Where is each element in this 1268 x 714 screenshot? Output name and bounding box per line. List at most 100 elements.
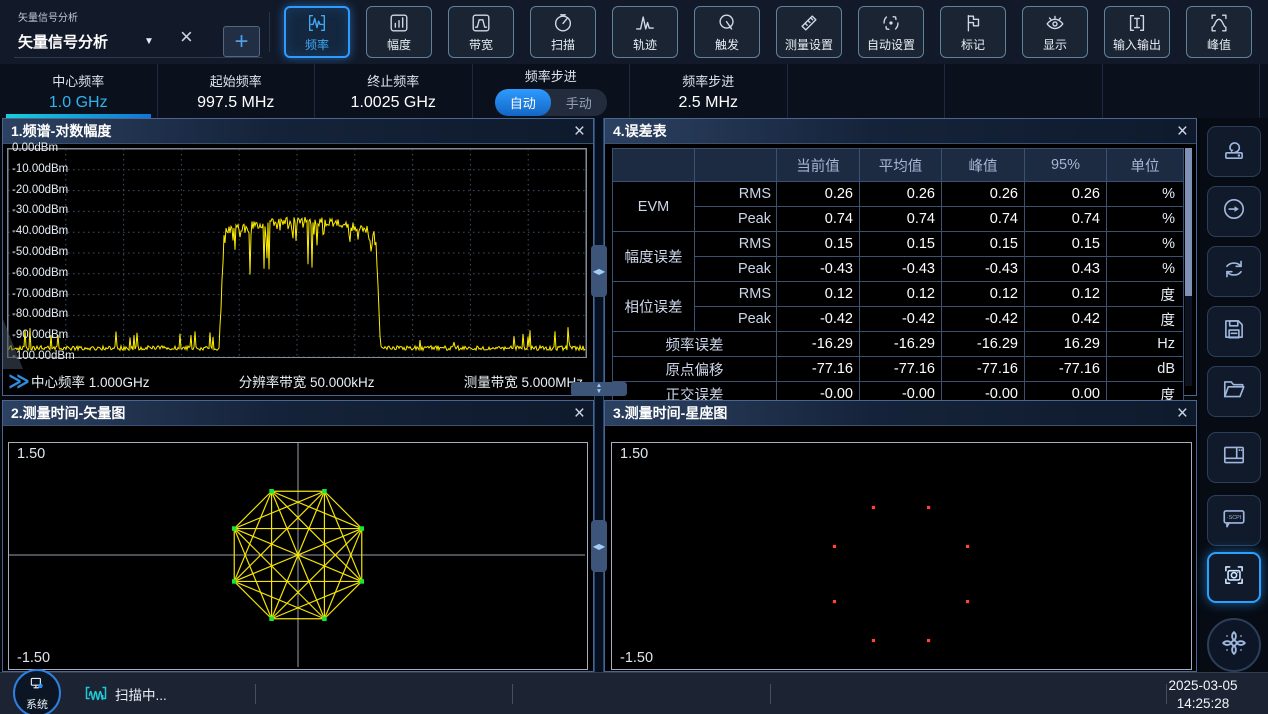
param-value-0[interactable]: 1.0 GHz <box>49 94 108 112</box>
table-cell: -77.16 <box>1025 357 1107 382</box>
sidebar-button-save[interactable] <box>1207 306 1261 357</box>
toolbar-button-label: 输入输出 <box>1113 36 1161 53</box>
panel-splitter[interactable]: ◀▶ ▲ ▼ ◀▶ <box>594 118 604 673</box>
param-field-1: 起始频率997.5 MHz <box>158 64 316 118</box>
trace-icon <box>634 11 656 35</box>
y-axis-tick-label: -40.00dBm <box>12 225 68 237</box>
toolbar-button-marker[interactable]: 标记 <box>940 6 1006 58</box>
rbw-readout: 分辨率带宽 50.000kHz <box>239 371 375 391</box>
splitter-grip-bottom[interactable]: ◀▶ <box>591 520 607 572</box>
table-row: EVMRMS0.260.260.260.26% <box>613 182 1184 207</box>
splitter-grip-junction[interactable]: ▲ ▼ <box>571 382 627 396</box>
toolbar-button-io[interactable]: 输入输出 <box>1104 6 1170 58</box>
param-field-7 <box>1103 64 1261 118</box>
table-scrollbar[interactable] <box>1185 148 1192 386</box>
table-cell: Peak <box>695 257 777 282</box>
sidebar-button-sync[interactable] <box>1207 246 1261 297</box>
table-cell: -16.29 <box>777 332 860 357</box>
table-cell: -0.43 <box>860 257 942 282</box>
sidebar-button-open[interactable] <box>1207 366 1261 417</box>
toolbar-button-label: 扫描 <box>551 36 575 53</box>
system-button[interactable]: 系统 <box>13 669 61 714</box>
constellation-point <box>232 579 237 584</box>
column-header <box>695 149 777 182</box>
sidebar-button-screenshot[interactable] <box>1207 552 1261 603</box>
toolbar-buttons: 频率幅度带宽扫描 轨迹触发测量设置自动设置标记显示 输入输出 峰值 <box>284 6 1252 58</box>
table-cell: 0.42 <box>1025 307 1107 332</box>
table-cell: -0.42 <box>942 307 1025 332</box>
table-cell: 0.15 <box>942 232 1025 257</box>
meas-setup-icon <box>798 11 820 35</box>
close-icon[interactable]: × <box>574 404 585 423</box>
constellation-point <box>927 506 930 509</box>
table-cell: Peak <box>695 307 777 332</box>
app-tab-title[interactable]: 矢量信号分析 <box>18 31 108 52</box>
param-value-1[interactable]: 997.5 MHz <box>197 94 274 112</box>
sidebar-button-preset[interactable] <box>1207 126 1261 177</box>
marker-icon <box>962 11 984 35</box>
table-cell: Peak <box>695 207 777 232</box>
toolbar-button-trigger[interactable]: 触发 <box>694 6 760 58</box>
sidebar-button-navigation[interactable] <box>1207 618 1261 672</box>
panel-error-table: 4.误差表 × 当前值平均值峰值95%单位EVMRMS0.260.260.260… <box>604 118 1197 396</box>
close-icon[interactable]: × <box>1177 122 1188 141</box>
param-label: 频率步进 <box>525 66 577 85</box>
column-header: 单位 <box>1107 149 1184 182</box>
constellation-point <box>360 526 365 531</box>
column-header: 平均值 <box>860 149 942 182</box>
table-cell: -0.42 <box>777 307 860 332</box>
param-value-2[interactable]: 1.0025 GHz <box>351 94 436 112</box>
table-cell: -0.43 <box>942 257 1025 282</box>
bandwidth-icon <box>470 11 492 35</box>
add-tab-button[interactable]: + <box>223 26 260 57</box>
column-header: 当前值 <box>777 149 860 182</box>
spectrum-svg <box>7 147 587 362</box>
toolbar-button-amplitude[interactable]: 幅度 <box>366 6 432 58</box>
close-icon[interactable]: × <box>574 122 585 141</box>
toolbar-button-display[interactable]: 显示 <box>1022 6 1088 58</box>
panel-spectrum: 1.频谱-对数幅度 × 0.00dBm-10.00dBm-20.00dBm-30… <box>2 118 594 396</box>
table-cell: 0.26 <box>777 182 860 207</box>
panel-spectrum-body: 0.00dBm-10.00dBm-20.00dBm-30.00dBm-40.00… <box>3 144 593 395</box>
table-cell: 0.26 <box>1025 182 1107 207</box>
table-cell: 0.74 <box>860 207 942 232</box>
sync-icon <box>1221 256 1247 287</box>
sidebar-button-layout[interactable] <box>1207 432 1261 483</box>
chevron-down-icon[interactable]: ▼ <box>144 36 154 47</box>
toolbar-button-peak[interactable]: 峰值 <box>1186 6 1252 58</box>
panel-vector-titlebar: 2.测量时间-矢量图 × <box>3 401 593 426</box>
sidebar-button-scpi[interactable]: ·SCPI <box>1207 495 1261 546</box>
table-cell: 相位误差 <box>613 282 695 332</box>
io-icon <box>1126 11 1148 35</box>
panel-constellation-body: 1.50 -1.50 <box>605 426 1196 671</box>
splitter-grip-top[interactable]: ◀▶ <box>591 245 607 297</box>
constellation-point <box>927 639 930 642</box>
toggle-option-1[interactable]: 手动 <box>551 89 607 116</box>
toolbar-button-bandwidth[interactable]: 带宽 <box>448 6 514 58</box>
measbw-readout: 测量带宽 5.000MHz <box>464 371 583 391</box>
param-field-4: 频率步进2.5 MHz <box>630 64 788 118</box>
table-scrollbar-thumb[interactable] <box>1185 148 1192 296</box>
toolbar-button-auto-setup[interactable]: 自动设置 <box>858 6 924 58</box>
toolbar-button-trace[interactable]: 轨迹 <box>612 6 678 58</box>
param-field-3: 频率步进自动手动 <box>473 64 631 118</box>
layout-icon <box>1221 442 1247 473</box>
system-icon <box>28 675 46 696</box>
toggle-option-0[interactable]: 自动 <box>495 89 551 116</box>
table-cell: % <box>1107 182 1184 207</box>
freq-step-mode-toggle[interactable]: 自动手动 <box>495 89 607 116</box>
top-toolbar: 矢量信号分析 矢量信号分析 ▼ × + 频率幅度带宽扫描轨迹触发测量设置自动设置… <box>0 0 1268 64</box>
toolbar-button-frequency[interactable]: 频率 <box>284 6 350 58</box>
table-cell: 0.12 <box>777 282 860 307</box>
toolbar-button-sweep[interactable]: 扫描 <box>530 6 596 58</box>
toolbar-button-meas-setup[interactable]: 测量设置 <box>776 6 842 58</box>
table-cell: 原点偏移 <box>613 357 777 382</box>
tab-close-icon[interactable]: × <box>180 26 193 48</box>
close-icon[interactable]: × <box>1177 404 1188 423</box>
display-icon <box>1044 11 1066 35</box>
navigation-icon <box>1219 628 1249 663</box>
toolbar-button-label: 显示 <box>1043 36 1067 53</box>
sidebar-button-continue[interactable] <box>1207 186 1261 237</box>
param-field-6 <box>945 64 1103 118</box>
param-value-4[interactable]: 2.5 MHz <box>678 94 738 112</box>
